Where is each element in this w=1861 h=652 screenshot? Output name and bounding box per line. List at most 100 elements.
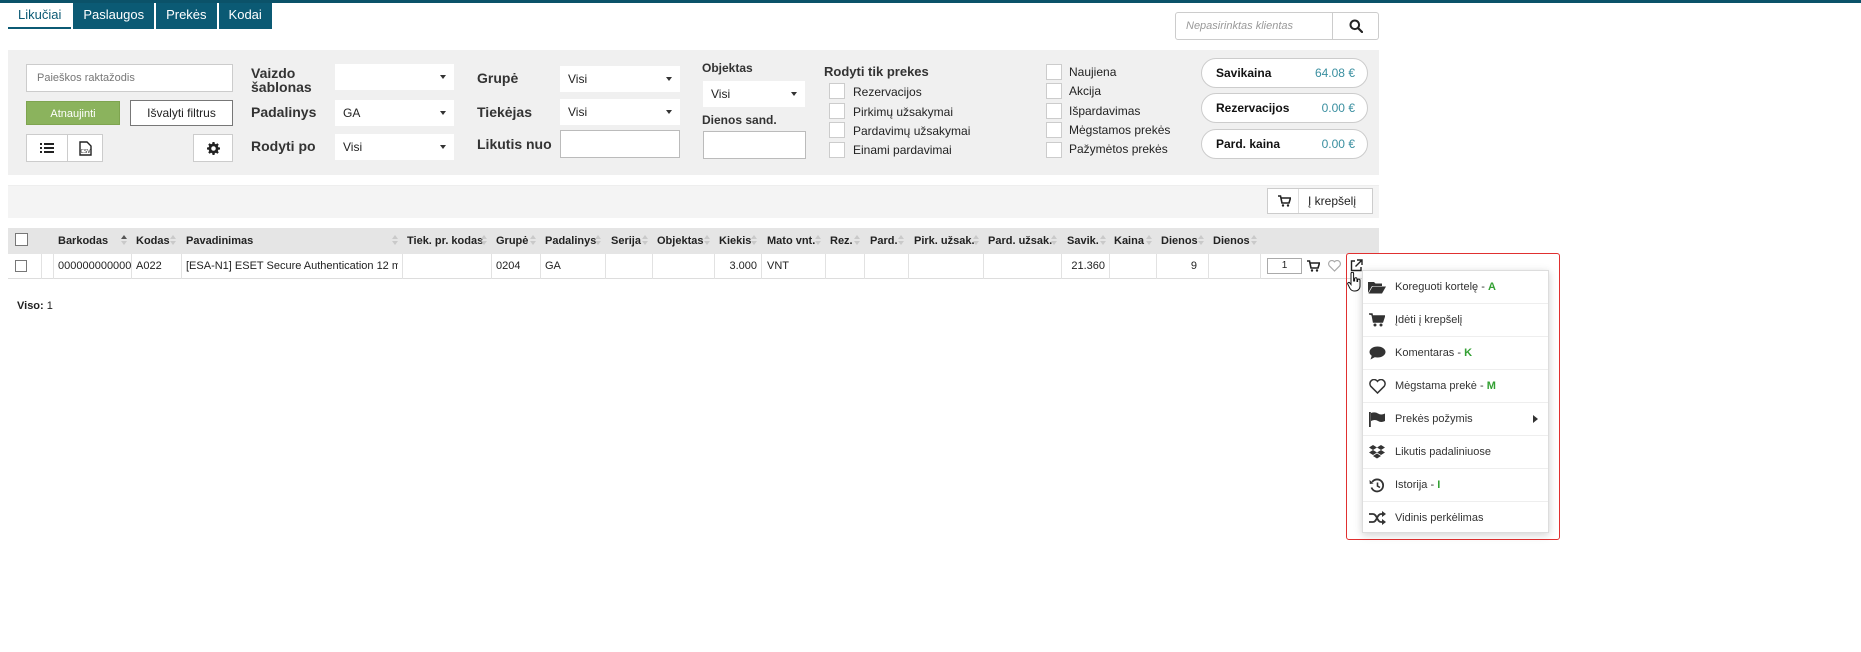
column-header[interactable]: Dienos bbox=[1213, 228, 1250, 254]
sort-icon[interactable] bbox=[898, 235, 904, 247]
heart-icon[interactable] bbox=[1328, 260, 1341, 272]
menu-item-history[interactable]: Istorija - I bbox=[1363, 469, 1548, 502]
summary-cost: Savikaina 64.08 € bbox=[1201, 58, 1368, 88]
menu-item-branch-balance[interactable]: Likutis padaliniuose bbox=[1363, 436, 1548, 469]
checkbox-reservations[interactable] bbox=[829, 83, 845, 99]
sort-icon[interactable] bbox=[1051, 235, 1057, 247]
tab-kodai[interactable]: Kodai bbox=[218, 3, 272, 29]
sort-icon[interactable] bbox=[1198, 235, 1204, 247]
list-view-button[interactable] bbox=[26, 134, 68, 162]
sort-icon[interactable] bbox=[704, 235, 710, 247]
column-header[interactable]: Mato vnt. bbox=[767, 228, 815, 254]
column-header[interactable]: Pard. užsak. bbox=[988, 228, 1052, 254]
checkbox-marked[interactable] bbox=[1046, 142, 1062, 158]
checkbox-label: Pažymėtos prekės bbox=[1069, 142, 1168, 156]
sort-icon[interactable] bbox=[1146, 235, 1152, 247]
checkbox-purchase-orders[interactable] bbox=[829, 103, 845, 119]
balance-from-input[interactable] bbox=[560, 130, 680, 158]
sort-icon[interactable] bbox=[973, 235, 979, 247]
tab-paslaugos[interactable]: Paslaugos bbox=[73, 3, 155, 29]
menu-item-internal-transfer[interactable]: Vidinis perkėlimas bbox=[1363, 502, 1548, 535]
column-header[interactable]: Serija bbox=[611, 228, 641, 254]
days-input[interactable] bbox=[703, 131, 806, 159]
menu-item-comment[interactable]: Komentaras - K bbox=[1363, 337, 1548, 370]
column-header[interactable]: Rez. bbox=[830, 228, 853, 254]
column-header[interactable]: Pard. bbox=[870, 228, 898, 254]
show-by-value: Visi bbox=[343, 140, 363, 154]
refresh-button[interactable]: Atnaujinti bbox=[26, 101, 120, 125]
settings-button[interactable] bbox=[193, 134, 233, 162]
column-header[interactable]: Pavadinimas bbox=[186, 228, 253, 254]
filter-panel: Paieškos raktažodis Atnaujinti Išvalyti … bbox=[8, 50, 1379, 175]
column-header[interactable]: Pirk. užsak. bbox=[914, 228, 975, 254]
cell-barcode: 000000000000 bbox=[58, 260, 132, 272]
folder-open-icon bbox=[1368, 279, 1386, 295]
summary-reservations: Rezervacijos 0.00 € bbox=[1201, 93, 1368, 123]
summary-label: Pard. kaina bbox=[1216, 137, 1281, 151]
sort-icon[interactable] bbox=[530, 235, 536, 247]
select-all-checkbox[interactable] bbox=[15, 233, 28, 246]
cell-branch: GA bbox=[545, 260, 561, 272]
column-header[interactable]: Tiek. pr. kodas bbox=[407, 228, 483, 254]
menu-item-add-to-cart[interactable]: Įdėti į krepšelį bbox=[1363, 304, 1548, 337]
sort-icon[interactable] bbox=[751, 235, 757, 247]
menu-item-label: Prekės požymis bbox=[1395, 413, 1473, 425]
row-checkbox[interactable] bbox=[15, 260, 27, 272]
sort-icon[interactable] bbox=[642, 235, 648, 247]
menu-item-label: Likutis padaliniuose bbox=[1395, 446, 1492, 458]
column-header[interactable]: Kiekis bbox=[719, 228, 751, 254]
checkbox-new[interactable] bbox=[1046, 64, 1062, 80]
table-row[interactable]: 000000000000 A022 [ESA-N1] ESET Secure A… bbox=[8, 254, 1379, 279]
view-template-select[interactable] bbox=[335, 64, 454, 90]
checkbox-current-sales[interactable] bbox=[829, 142, 845, 158]
quantity-input[interactable]: 1 bbox=[1267, 258, 1302, 274]
summary-value: 0.00 € bbox=[1321, 137, 1355, 151]
sort-icon[interactable] bbox=[481, 235, 487, 247]
export-button[interactable]: CSV bbox=[67, 134, 103, 162]
column-header[interactable]: Kodas bbox=[136, 228, 170, 254]
checkbox-sale[interactable] bbox=[1046, 103, 1062, 119]
client-input[interactable]: Nepasirinktas klientas bbox=[1175, 12, 1333, 40]
sort-icon[interactable] bbox=[170, 235, 176, 247]
keyword-search-input[interactable]: Paieškos raktažodis bbox=[26, 64, 233, 92]
clear-filters-button[interactable]: Išvalyti filtrus bbox=[130, 100, 233, 126]
column-header[interactable]: Savik. bbox=[1067, 228, 1099, 254]
tab-likuciai[interactable]: Likučiai bbox=[8, 3, 72, 29]
sort-icon[interactable] bbox=[815, 235, 821, 247]
add-to-cart-button[interactable]: Į krepšelį bbox=[1267, 188, 1373, 214]
sort-icon[interactable] bbox=[1100, 235, 1106, 247]
menu-item-favorite[interactable]: Mėgstama prekė - M bbox=[1363, 370, 1548, 403]
client-search-button[interactable] bbox=[1333, 12, 1379, 40]
checkbox-promo[interactable] bbox=[1046, 83, 1062, 99]
comment-icon bbox=[1368, 345, 1386, 361]
tab-prekes[interactable]: Prekės bbox=[156, 3, 217, 29]
column-header[interactable]: Kaina bbox=[1114, 228, 1144, 254]
column-header[interactable]: Objektas bbox=[657, 228, 703, 254]
branch-select[interactable]: GA bbox=[335, 100, 454, 126]
column-header[interactable]: Barkodas bbox=[58, 228, 108, 254]
column-header[interactable]: Dienos bbox=[1161, 228, 1198, 254]
supplier-select[interactable]: Visi bbox=[560, 99, 680, 125]
checkbox-sales-orders[interactable] bbox=[829, 122, 845, 138]
checkbox-favorites[interactable] bbox=[1046, 122, 1062, 138]
menu-item-product-attribute[interactable]: Prekės požymis bbox=[1363, 403, 1548, 436]
object-select[interactable]: Visi bbox=[703, 81, 805, 107]
flag-icon bbox=[1368, 411, 1386, 427]
chevron-down-icon bbox=[791, 92, 797, 96]
column-header[interactable]: Padalinys bbox=[545, 228, 596, 254]
sort-icon[interactable] bbox=[595, 235, 601, 247]
column-header[interactable]: Grupė bbox=[496, 228, 528, 254]
cell-quantity: 3.000 bbox=[729, 260, 757, 272]
checkbox-label: Pirkimų užsakymai bbox=[853, 105, 954, 119]
sort-icon[interactable] bbox=[121, 235, 127, 247]
show-by-select[interactable]: Visi bbox=[335, 134, 454, 160]
sort-icon[interactable] bbox=[1251, 235, 1257, 247]
shuffle-icon bbox=[1368, 510, 1386, 526]
sort-icon[interactable] bbox=[854, 235, 860, 247]
group-select[interactable]: Visi bbox=[560, 66, 680, 92]
cart-icon[interactable] bbox=[1307, 260, 1320, 272]
menu-item-edit-card[interactable]: Koreguoti kortelę - A bbox=[1363, 271, 1548, 304]
sort-icon[interactable] bbox=[392, 235, 398, 247]
checkbox-label: Akcija bbox=[1069, 84, 1102, 98]
object-value: Visi bbox=[711, 87, 731, 101]
